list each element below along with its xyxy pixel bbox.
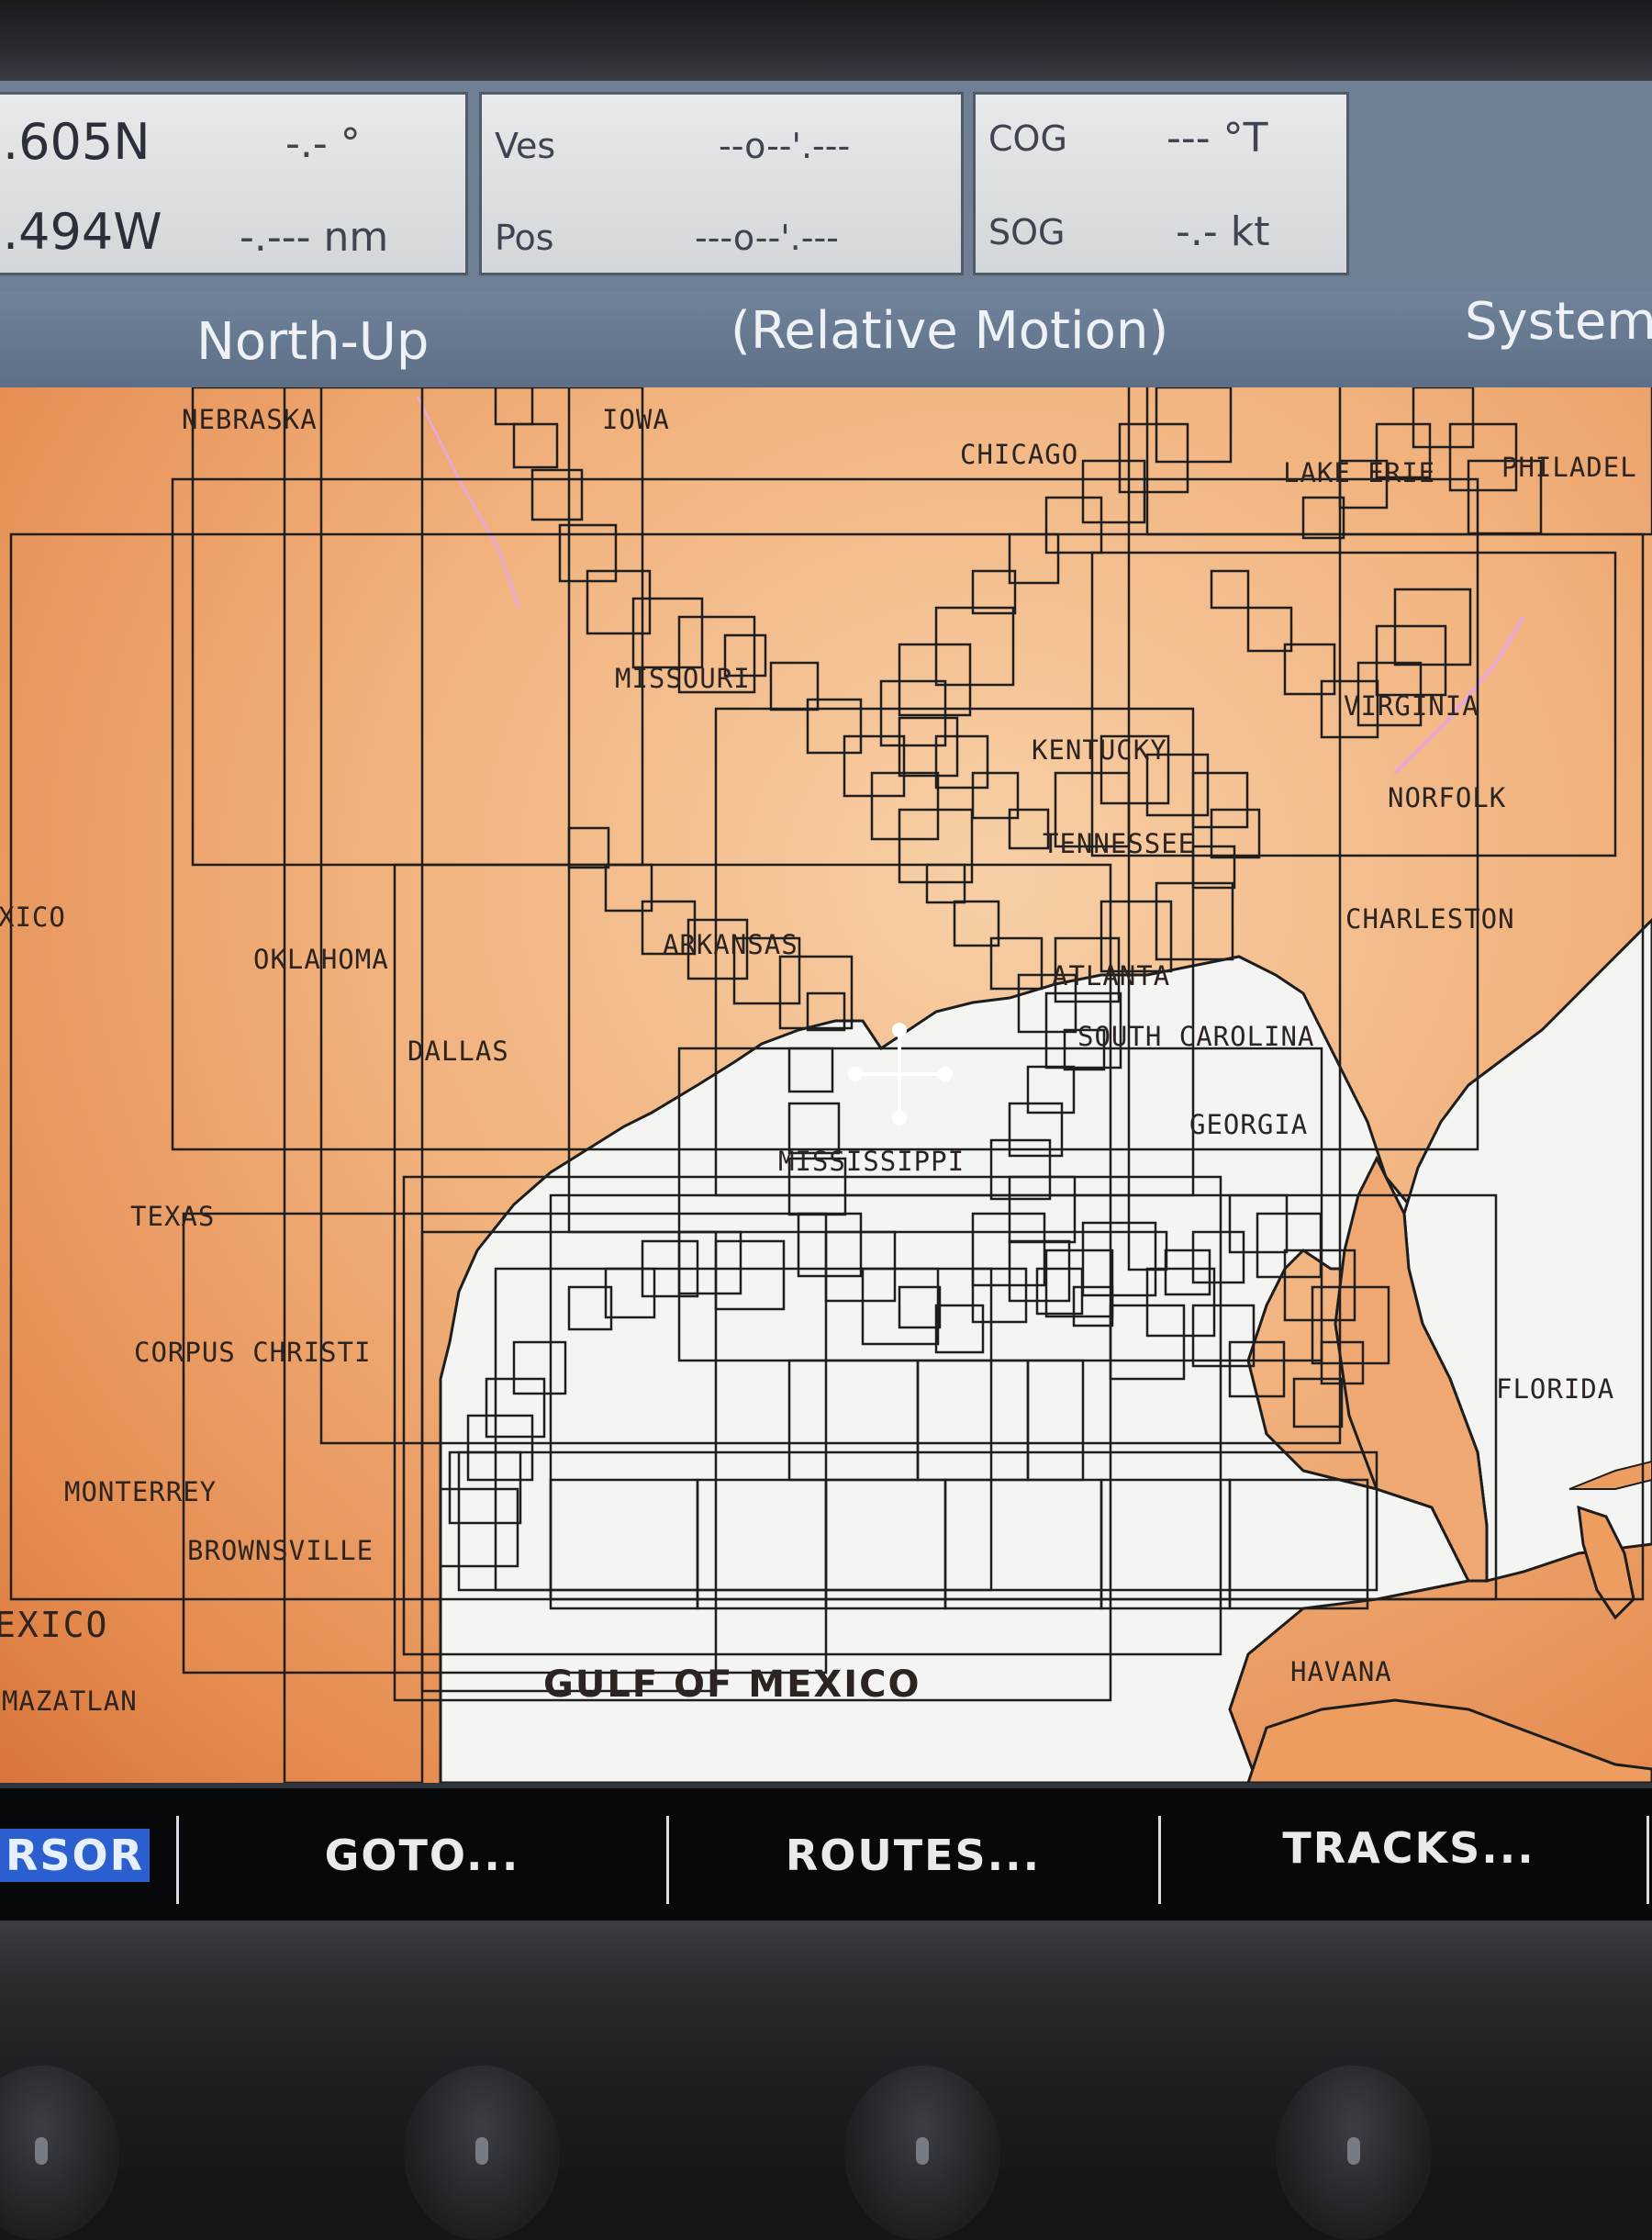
sog-label: SOG: [988, 212, 1066, 252]
rotary-knob[interactable]: [1276, 2066, 1432, 2240]
label-atlanta: ATLANTA: [1052, 960, 1171, 991]
route-line-2: [416, 396, 520, 609]
label-norfolk: NORFOLK: [1388, 782, 1507, 813]
system-mode[interactable]: System: [1465, 292, 1652, 352]
label-tennessee: TENNESSEE: [1043, 828, 1196, 859]
chart-coverage-box: [806, 698, 863, 755]
chart-coverage-box: [1044, 496, 1103, 554]
ves-value: --o--'.---: [719, 126, 851, 166]
chart-coverage-box: [898, 716, 959, 778]
softkey-divider: [666, 1816, 669, 1904]
chart-coverage-box: [934, 606, 1015, 687]
chart-coverage-box: [898, 643, 972, 717]
chart-coverage-box: [530, 468, 584, 521]
bearing-value: -.- °: [285, 120, 361, 167]
data-header: .605N .494W -.- ° -.--- nm Ves Pos --o--…: [0, 81, 1652, 292]
label-kentucky: KENTUCKY: [1032, 734, 1167, 766]
label-florida: FLORIDA: [1496, 1373, 1615, 1405]
label-mexico: EXICO: [0, 1605, 109, 1645]
chart-coverage-box: [494, 387, 534, 426]
pos-label: Pos: [495, 218, 554, 258]
label-nebraska: NEBRASKA: [182, 404, 318, 435]
softkey-divider: [1646, 1816, 1649, 1904]
chart-coverage-box: [191, 387, 644, 867]
chart-coverage-box: [604, 863, 653, 913]
chart-coverage-box: [971, 771, 1020, 820]
screen-bezel-top: [0, 0, 1652, 83]
chart-coverage-box: [1412, 387, 1475, 449]
label-gulf-of-mexico: GULF OF MEXICO: [543, 1663, 921, 1706]
softkey-divider: [176, 1816, 179, 1904]
motion-mode[interactable]: (Relative Motion): [731, 301, 1168, 361]
label-havana: HAVANA: [1290, 1656, 1392, 1687]
chart-map-svg: [9, 387, 1652, 1783]
vessel-position-panel[interactable]: Ves Pos --o--'.--- ---o--'.---: [479, 92, 964, 275]
label-lake-erie: LAKE ERIE: [1283, 457, 1436, 488]
chart-coverage-box: [512, 422, 559, 469]
label-philadel: PHILADEL: [1501, 452, 1637, 483]
pos-value: ---o--'.---: [695, 218, 839, 258]
goto-softkey[interactable]: GOTO...: [202, 1816, 642, 1895]
softkey-bar: RSOR GOTO... ROUTES... TRACKS...: [0, 1783, 1652, 1926]
ves-label: Ves: [495, 126, 556, 166]
range-value: -.--- nm: [240, 214, 389, 261]
label-virginia: VIRGINIA: [1344, 690, 1479, 722]
sog-value: -.- kt: [1176, 208, 1270, 255]
label-georgia: GEORGIA: [1189, 1109, 1309, 1140]
position-panel[interactable]: .605N .494W -.- ° -.--- nm: [0, 92, 468, 275]
cog-label: COG: [988, 118, 1067, 159]
course-panel[interactable]: COG SOG --- °T -.- kt: [973, 92, 1349, 275]
chart-coverage-box: [1155, 881, 1234, 961]
label-monterrey: MONTERREY: [64, 1476, 218, 1507]
chart-coverage-box: [1008, 532, 1060, 585]
chart-coverage-box: [1375, 624, 1447, 697]
chart-coverage-box: [769, 661, 820, 711]
cuba-land: [1246, 1698, 1652, 1783]
nav-chart[interactable]: NEBRASKA IOWA CHICAGO LAKE ERIE PHILADEL…: [0, 387, 1652, 1783]
chart-coverage-box: [1210, 569, 1250, 610]
chart-coverage-box: [1191, 845, 1236, 890]
chart-coverage-box: [925, 863, 966, 904]
chart-coverage-box: [1191, 771, 1249, 829]
label-mississippi: MISSISSIPPI: [778, 1146, 966, 1177]
rotary-knob[interactable]: [404, 2066, 560, 2240]
mode-bar: North-Up (Relative Motion) System: [0, 292, 1652, 390]
chart-coverage-box: [1301, 496, 1345, 540]
tracks-softkey[interactable]: TRACKS...: [1184, 1809, 1634, 1887]
label-brownsville: BROWNSVILLE: [187, 1535, 374, 1566]
label-dallas: DALLAS: [407, 1036, 509, 1067]
chart-coverage-box: [898, 808, 974, 884]
cursor-softkey-label: RSOR: [0, 1829, 151, 1882]
label-texas: TEXAS: [130, 1201, 216, 1232]
cog-value: --- °T: [1166, 115, 1268, 162]
routes-softkey[interactable]: ROUTES...: [688, 1816, 1138, 1895]
label-corpus-christi: CORPUS CHRISTI: [134, 1337, 372, 1368]
chart-coverage-box: [567, 826, 610, 869]
chart-coverage-box: [934, 734, 989, 790]
chart-coverage-box: [1292, 1377, 1344, 1428]
chart-coverage-box: [283, 387, 424, 1783]
longitude-value: .494W: [3, 203, 162, 261]
label-oklahoma: OKLAHOMA: [253, 944, 389, 975]
label-xico: XICO: [0, 902, 66, 933]
label-mazatlan: MAZATLAN: [2, 1686, 138, 1717]
label-iowa: IOWA: [602, 404, 670, 435]
rotary-knob[interactable]: [844, 2066, 1000, 2240]
label-arkansas: ARKANSAS: [663, 929, 798, 960]
latitude-value: .605N: [3, 113, 151, 171]
label-missouri: MISSOURI: [615, 663, 751, 694]
label-chicago: CHICAGO: [960, 439, 1079, 470]
label-south-carolina: SOUTH CAROLINA: [1077, 1021, 1315, 1052]
orientation-mode[interactable]: North-Up: [196, 312, 429, 372]
softkey-divider: [1158, 1816, 1161, 1904]
label-charleston: CHARLESTON: [1345, 903, 1515, 935]
cursor-softkey[interactable]: RSOR: [0, 1816, 156, 1895]
